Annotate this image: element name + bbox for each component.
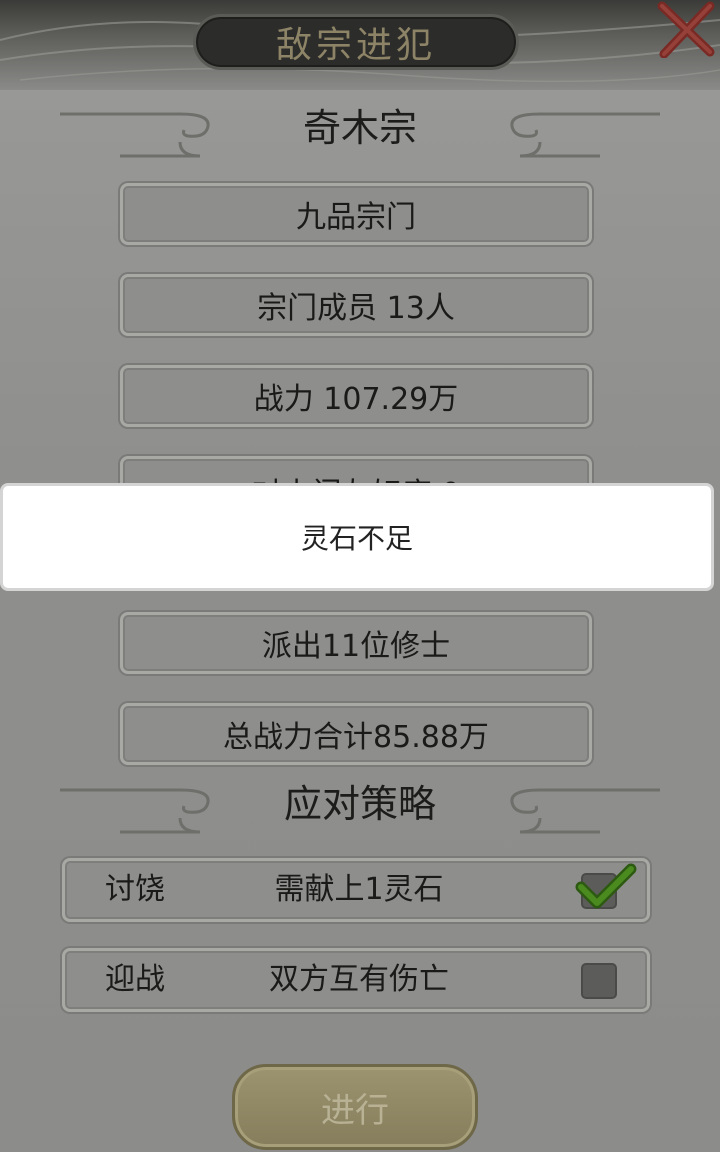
strategy-heading-text: 应对策略 [283,782,436,826]
sect-rank-box: 九品宗门 [120,183,592,245]
dialog-title-plate: 敌宗进犯 [193,14,519,70]
dispatch-members-box: 派出11位修士 [120,612,592,674]
enemy-sect-name: 奇木宗 [302,106,417,150]
strategy-heading: 应对策略 [0,774,720,834]
strategy-option-fight[interactable]: 迎战 双方互有伤亡 [62,948,650,1012]
checkmark-icon [575,863,637,909]
strategy-option-surrender[interactable]: 讨饶 需献上1灵石 [62,858,650,922]
sect-members-box: 宗门成员 13人 [120,274,592,336]
sect-rank-text: 九品宗门 [296,200,416,235]
total-power-box: 总战力合计85.88万 [120,703,592,765]
sect-power-box: 战力 107.29万 [120,365,592,427]
strategy-checkbox-fight[interactable] [581,963,617,999]
strategy-option-name: 迎战 [105,962,165,997]
sect-power-text: 战力 107.29万 [253,382,459,417]
proceed-button-label: 进行 [321,1090,389,1131]
close-icon [657,1,715,59]
sect-members-text: 宗门成员 13人 [257,291,455,326]
close-button[interactable] [652,0,720,59]
strategy-option-name: 讨饶 [105,872,165,907]
dialog-title: 敌宗进犯 [275,25,436,66]
total-power-text: 总战力合计85.88万 [223,720,489,755]
toast-message: 灵石不足 [0,483,714,591]
enemy-sect-heading: 奇木宗 [0,98,720,158]
toast-text: 灵石不足 [300,522,413,555]
proceed-button[interactable]: 进行 [232,1064,478,1150]
dispatch-members-text: 派出11位修士 [261,629,451,664]
